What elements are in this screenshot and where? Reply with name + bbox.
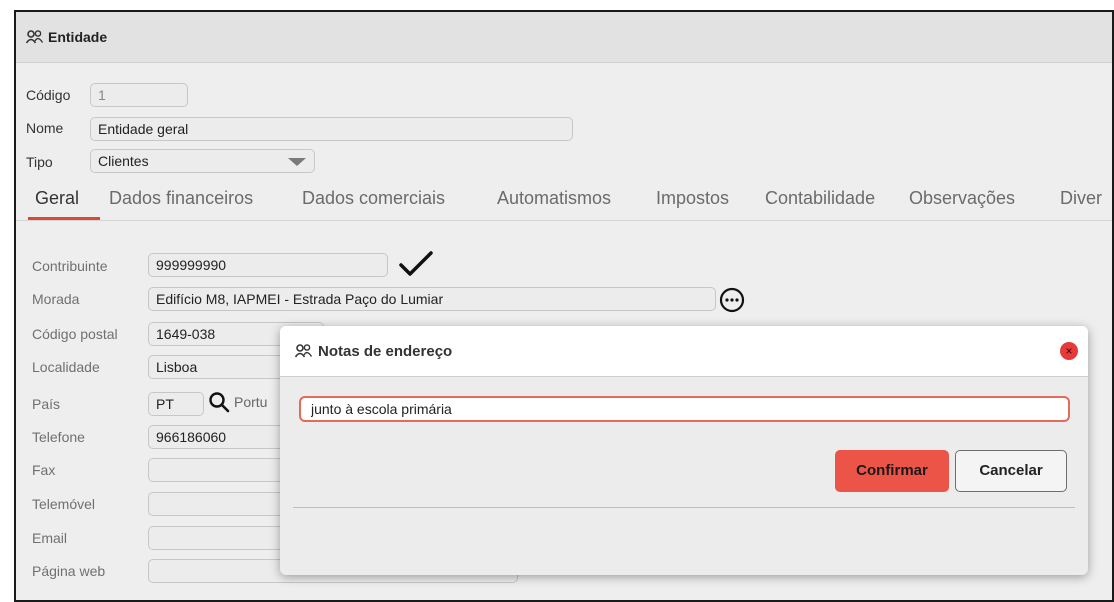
tipo-select[interactable]: Clientes <box>90 149 315 173</box>
email-label: Email <box>32 530 68 546</box>
morada-label: Morada <box>32 291 80 307</box>
nome-field[interactable]: Entidade geral <box>90 117 573 141</box>
tab-diversos[interactable]: Diver <box>1060 188 1102 209</box>
contribuinte-label: Contribuinte <box>32 258 108 274</box>
pais-code-field[interactable]: PT <box>148 392 204 416</box>
localidade-label: Localidade <box>32 359 100 375</box>
address-notes-input[interactable] <box>299 396 1070 422</box>
telefone-field[interactable]: 966186060 <box>148 425 298 449</box>
pagina-web-label: Página web <box>32 563 106 579</box>
check-icon <box>399 251 433 276</box>
tab-dados-comerciais[interactable]: Dados comerciais <box>302 188 445 209</box>
address-notes-dialog: Notas de endereço × Confirmar Cancelar <box>280 326 1088 575</box>
telemovel-field[interactable] <box>148 492 298 516</box>
tipo-label: Tipo <box>26 154 53 170</box>
tab-impostos[interactable]: Impostos <box>656 188 729 209</box>
telemovel-label: Telemóvel <box>32 496 96 512</box>
pais-name: Portu <box>234 394 268 410</box>
tab-observacoes[interactable]: Observações <box>909 188 1015 209</box>
close-icon[interactable]: × <box>1060 342 1078 360</box>
users-icon <box>295 344 313 358</box>
users-icon <box>26 30 44 44</box>
fax-label: Fax <box>32 462 56 478</box>
tab-contabilidade[interactable]: Contabilidade <box>765 188 875 209</box>
tabs-divider <box>16 220 1112 221</box>
tab-automatismos[interactable]: Automatismos <box>497 188 611 209</box>
cancel-button[interactable]: Cancelar <box>955 450 1067 492</box>
confirm-button[interactable]: Confirmar <box>835 450 949 492</box>
morada-field[interactable]: Edifício M8, IAPMEI - Estrada Paço do Lu… <box>148 287 716 311</box>
pais-label: País <box>32 396 61 412</box>
dialog-header: Notas de endereço × <box>280 326 1088 377</box>
codigo-label: Código <box>26 87 71 103</box>
tipo-select-value: Clientes <box>98 153 149 169</box>
nome-label: Nome <box>26 120 64 136</box>
email-field[interactable] <box>148 526 298 550</box>
localidade-field[interactable]: Lisboa <box>148 355 298 379</box>
more-options-icon[interactable] <box>719 287 745 313</box>
tab-geral[interactable]: Geral <box>35 188 79 209</box>
tab-dados-financeiros[interactable]: Dados financeiros <box>109 188 253 209</box>
window-title: Entidade <box>48 29 108 45</box>
chevron-down-icon <box>288 158 306 166</box>
dialog-title: Notas de endereço <box>318 343 453 360</box>
telefone-label: Telefone <box>32 429 85 445</box>
codigo-field[interactable]: 1 <box>90 83 188 107</box>
codigo-postal-label: Código postal <box>32 326 118 342</box>
fax-field[interactable] <box>148 458 298 482</box>
search-icon[interactable] <box>208 391 230 413</box>
contribuinte-field[interactable]: 999999990 <box>148 253 388 277</box>
dialog-divider <box>293 507 1075 508</box>
window-titlebar: Entidade <box>16 12 1112 63</box>
